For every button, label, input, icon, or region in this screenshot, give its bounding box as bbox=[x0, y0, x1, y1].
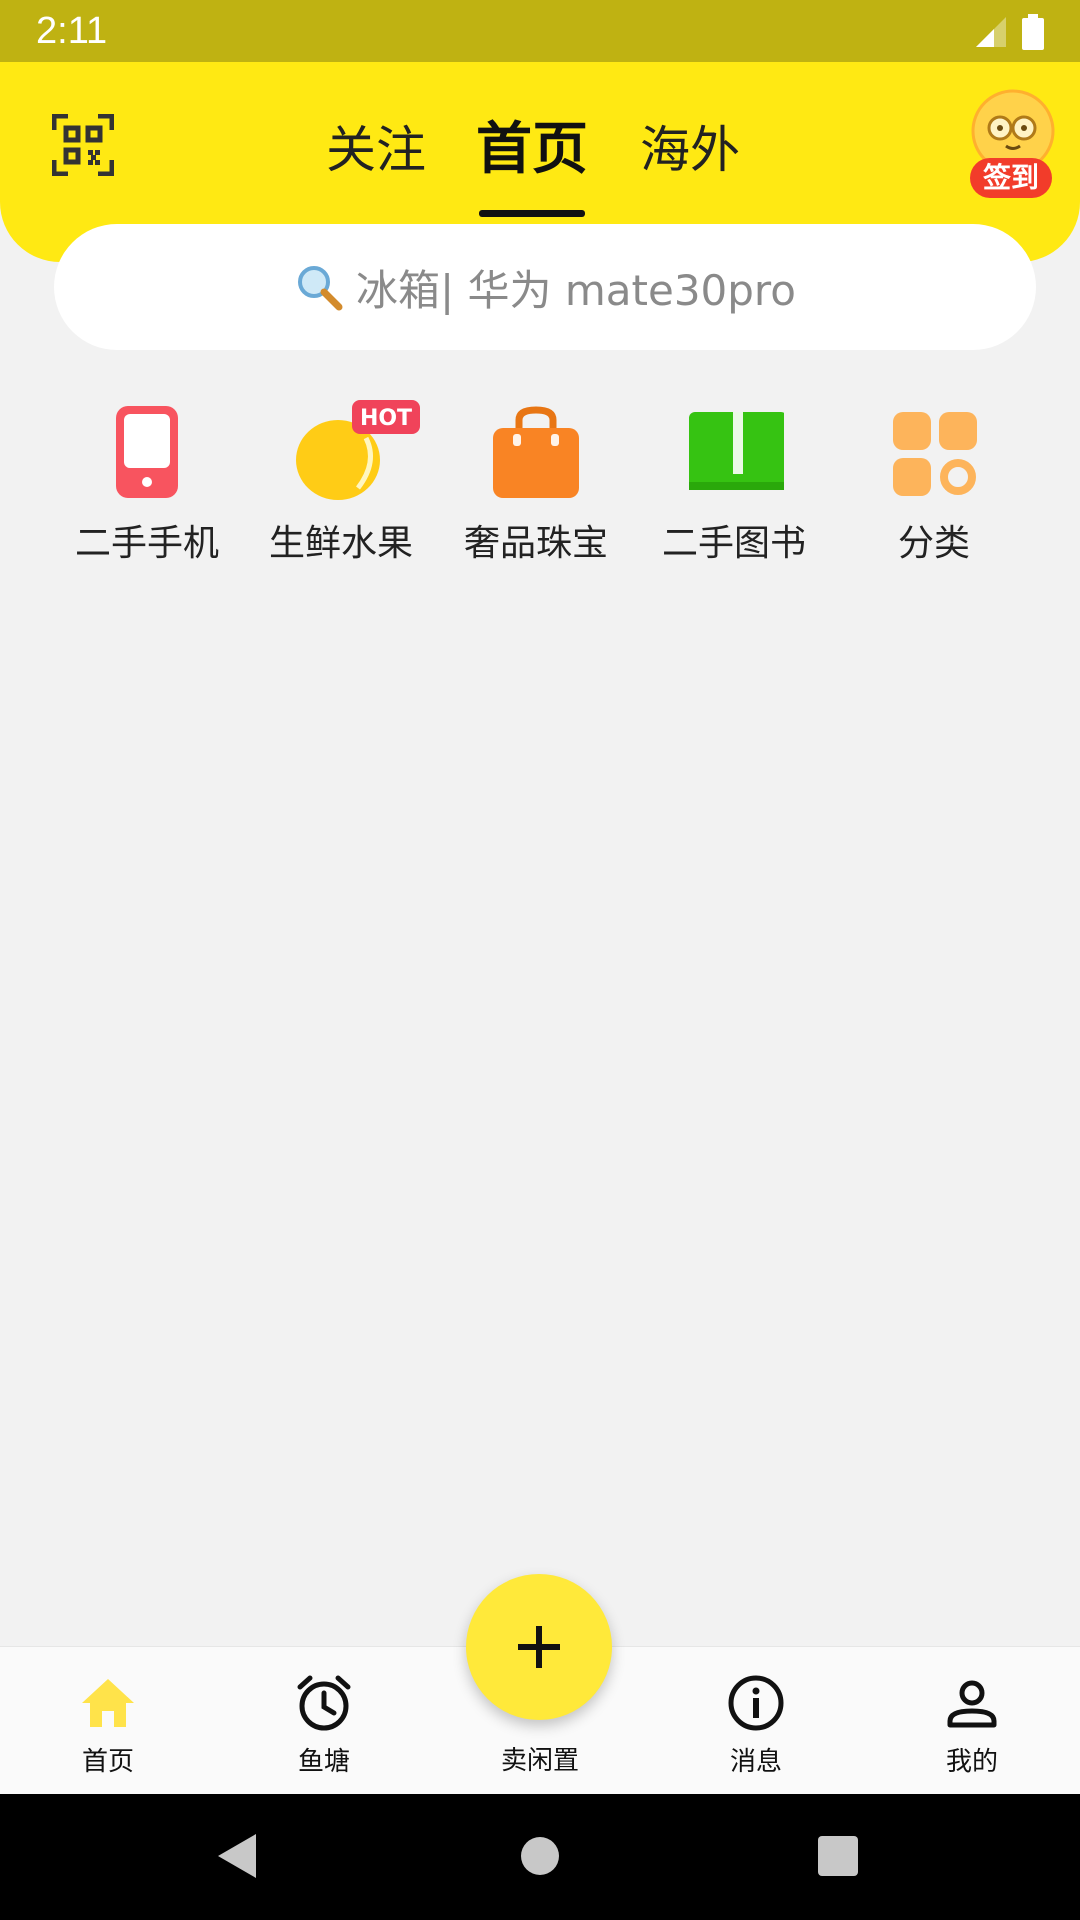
signin-button[interactable]: 签到 bbox=[970, 88, 1056, 198]
search-bar[interactable]: 冰箱| 华为 mate30pro bbox=[54, 224, 1036, 350]
search-icon bbox=[298, 266, 343, 311]
nav-fish-pond[interactable]: 鱼塘 bbox=[244, 1647, 404, 1795]
category-secondhand-phones[interactable]: 二手手机 bbox=[57, 400, 237, 570]
status-icons bbox=[974, 14, 1044, 50]
book-icon bbox=[689, 412, 784, 490]
phone-icon bbox=[116, 406, 178, 498]
alarm-clock-icon bbox=[297, 1675, 351, 1731]
lemon-icon: HOT bbox=[296, 400, 420, 500]
home-icon bbox=[82, 1679, 134, 1727]
plus-icon bbox=[518, 1626, 560, 1668]
home-circle-icon[interactable] bbox=[520, 1836, 560, 1876]
grid-icon bbox=[893, 412, 977, 496]
tab-overseas[interactable]: 海外 bbox=[630, 100, 750, 200]
category-label: 奢品珠宝 bbox=[463, 523, 608, 564]
nav-home[interactable]: 首页 bbox=[28, 1647, 188, 1795]
tab-follow[interactable]: 关注 bbox=[316, 100, 436, 200]
category-luxury-jewelry[interactable]: 奢品珠宝 bbox=[446, 400, 626, 570]
category-label: 二手手机 bbox=[74, 523, 219, 564]
category-fresh-fruit[interactable]: HOT 生鲜水果 bbox=[251, 400, 431, 570]
nav-messages[interactable]: 消息 bbox=[676, 1647, 836, 1795]
status-time: 2:11 bbox=[36, 10, 108, 52]
nav-profile[interactable]: 我的 bbox=[892, 1647, 1052, 1795]
battery-icon bbox=[1022, 14, 1044, 50]
tab-home[interactable]: 首页 bbox=[472, 100, 592, 200]
person-icon bbox=[947, 1680, 997, 1728]
recents-icon[interactable] bbox=[818, 1836, 858, 1876]
category-label: 二手图书 bbox=[661, 523, 806, 564]
hot-badge: HOT bbox=[360, 406, 412, 431]
nav-label: 消息 bbox=[729, 1747, 782, 1777]
category-secondhand-books[interactable]: 二手图书 bbox=[644, 400, 824, 570]
system-nav-bar bbox=[0, 1794, 1080, 1920]
nav-label: 我的 bbox=[945, 1747, 998, 1777]
category-label: 生鲜水果 bbox=[268, 523, 413, 564]
category-all[interactable]: 分类 bbox=[844, 400, 1024, 570]
sell-item-button[interactable] bbox=[466, 1574, 612, 1720]
signal-icon bbox=[976, 17, 1006, 47]
bag-icon bbox=[493, 406, 579, 498]
active-tab-indicator bbox=[479, 210, 585, 217]
top-tabs: 关注 首页 海外 bbox=[0, 100, 1080, 217]
search-placeholder: 冰箱| 华为 mate30pro bbox=[356, 265, 796, 315]
sell-item-label[interactable]: 卖闲置 bbox=[460, 1740, 620, 1777]
screen: 2:11 关注 首页 海外 签到 冰箱| 华为 mate30pro 二手手机 H… bbox=[0, 0, 1080, 1920]
back-icon[interactable] bbox=[216, 1832, 260, 1880]
status-bar: 2:11 bbox=[0, 0, 1080, 62]
info-icon bbox=[728, 1675, 784, 1731]
nav-label: 首页 bbox=[81, 1747, 134, 1777]
category-label: 分类 bbox=[897, 523, 970, 564]
signin-label: 签到 bbox=[970, 158, 1052, 198]
nav-label: 鱼塘 bbox=[297, 1747, 350, 1777]
